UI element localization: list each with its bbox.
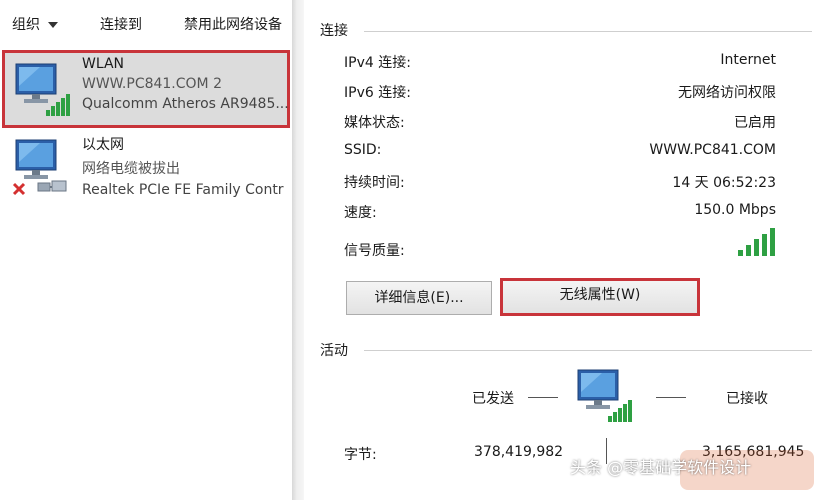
activity-section-title: 活动 xyxy=(320,343,348,359)
sent-label: 已发送 xyxy=(472,391,514,407)
toolbar: 组织 连接到 禁用此网络设备 xyxy=(0,0,292,44)
property-row-duration: 持续时间: 14 天 06:52:23 xyxy=(344,172,776,194)
dash-line xyxy=(528,397,558,398)
connection-adapter: Qualcomm Atheros AR9485... xyxy=(82,96,289,112)
disable-device-button[interactable]: 禁用此网络设备 xyxy=(184,14,282,34)
connection-section-title: 连接 xyxy=(320,23,348,39)
watermark-text: 头条 @零基础学软件设计 xyxy=(570,458,752,477)
signal-bar xyxy=(754,239,759,256)
property-value: 已启用 xyxy=(734,115,776,131)
signal-bar xyxy=(762,234,767,256)
signal-bar xyxy=(770,228,775,256)
property-value: 14 天 06:52:23 xyxy=(672,175,776,191)
dash-line xyxy=(656,397,686,398)
organize-label: 组织 xyxy=(12,17,40,33)
connection-status: WWW.PC841.COM 2 xyxy=(82,76,222,92)
property-key: SSID: xyxy=(344,142,382,158)
bytes-sent-value: 378,419,982 xyxy=(474,444,564,460)
connection-name: 以太网 xyxy=(82,137,124,153)
network-activity-icon xyxy=(577,369,632,422)
network-connections-pane: 组织 连接到 禁用此网络设备 WLAN WWW.PC841.COM 2 Qual… xyxy=(0,0,292,500)
pane-divider[interactable] xyxy=(292,0,304,500)
connection-item-wlan[interactable]: WLAN WWW.PC841.COM 2 Qualcomm Atheros AR… xyxy=(0,50,292,130)
property-row-ssid: SSID: WWW.PC841.COM xyxy=(344,142,776,164)
property-row-ipv6: IPv6 连接: 无网络访问权限 xyxy=(344,82,776,104)
property-key: 持续时间: xyxy=(344,175,405,191)
connection-item-ethernet[interactable]: 以太网 网络电缆被拔出 Realtek PCIe FE Family Contr xyxy=(0,132,292,204)
connection-name: WLAN xyxy=(82,56,125,72)
wifi-computer-icon xyxy=(15,63,70,116)
ethernet-disconnected-icon xyxy=(12,139,67,196)
bytes-label: 字节: xyxy=(344,447,377,463)
property-key: 媒体状态: xyxy=(344,115,405,131)
property-key: IPv6 连接: xyxy=(344,85,411,101)
signal-strength-icon xyxy=(738,228,775,256)
property-key: IPv4 连接: xyxy=(344,55,411,71)
details-button[interactable]: 详细信息(E)... xyxy=(346,281,492,315)
property-value: Internet xyxy=(720,52,776,68)
connect-to-button[interactable]: 连接到 xyxy=(100,14,142,34)
signal-bar xyxy=(738,250,743,256)
property-row-ipv4: IPv4 连接: Internet xyxy=(344,52,776,74)
property-row-speed: 速度: 150.0 Mbps xyxy=(344,202,776,224)
property-key: 信号质量: xyxy=(344,243,405,259)
property-value: 150.0 Mbps xyxy=(694,202,776,218)
chevron-down-icon xyxy=(48,22,58,28)
received-label: 已接收 xyxy=(726,391,768,407)
connection-status: 网络电缆被拔出 xyxy=(82,161,180,177)
property-row-signal-quality: 信号质量: xyxy=(344,228,776,262)
wireless-properties-button[interactable]: 无线属性(W) xyxy=(500,278,700,316)
section-divider xyxy=(364,31,812,32)
section-divider xyxy=(364,350,812,351)
signal-bar xyxy=(746,245,751,256)
connection-adapter: Realtek PCIe FE Family Contr xyxy=(82,182,284,198)
property-value: WWW.PC841.COM xyxy=(649,142,776,158)
property-key: 速度: xyxy=(344,205,377,221)
property-row-media-state: 媒体状态: 已启用 xyxy=(344,112,776,134)
property-value: 无网络访问权限 xyxy=(678,85,776,101)
wlan-status-dialog: 连接 IPv4 连接: Internet IPv6 连接: 无网络访问权限 媒体… xyxy=(304,0,822,500)
organize-menu[interactable]: 组织 xyxy=(12,14,58,34)
